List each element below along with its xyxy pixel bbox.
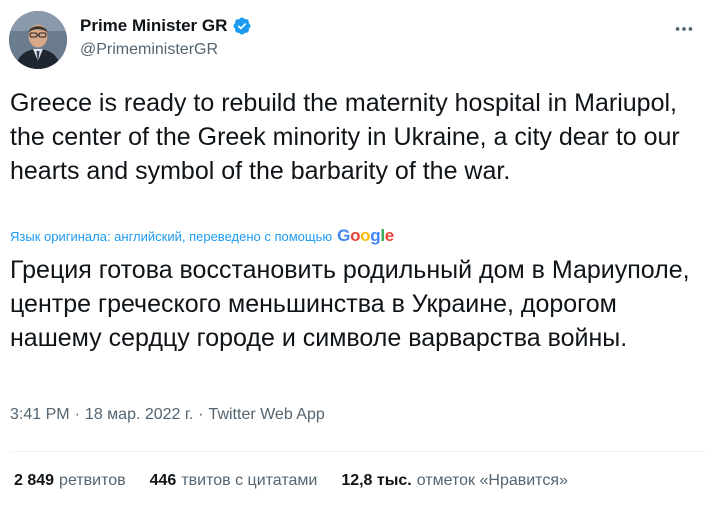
- tweet-meta: 3:41 PM · 18 мар. 2022 г. · Twitter Web …: [10, 406, 325, 424]
- google-letter: o: [350, 226, 361, 245]
- tweet-date[interactable]: 18 мар. 2022 г.: [85, 406, 193, 424]
- likes-label: отметок «Нравится»: [416, 472, 568, 489]
- tweet-text: Greece is ready to rebuild the maternity…: [10, 89, 680, 185]
- google-letter: e: [384, 226, 394, 245]
- more-horizontal-icon: [675, 27, 693, 31]
- author-handle[interactable]: @PrimeministerGR: [80, 41, 252, 59]
- tweet-card: Prime Minister GR @PrimeministerGR Greec…: [0, 0, 715, 510]
- engagement-stats: 2 849 ретвитов 446 твитов с цитатами 12,…: [14, 472, 568, 490]
- more-options-button[interactable]: [669, 14, 699, 44]
- google-letter: G: [337, 226, 351, 245]
- verified-badge-icon: [233, 17, 251, 35]
- author-block: Prime Minister GR @PrimeministerGR: [80, 14, 252, 59]
- google-logo-icon: Google: [337, 226, 394, 246]
- avatar[interactable]: [9, 11, 67, 69]
- retweets-count: 2 849: [14, 472, 55, 489]
- retweets-stat[interactable]: 2 849 ретвитов: [14, 472, 126, 490]
- divider: [10, 451, 705, 452]
- google-letter: g: [370, 226, 381, 245]
- tweet-time[interactable]: 3:41 PM: [10, 406, 70, 424]
- translation-note-label: Язык оригинала: английский, переведено с…: [10, 228, 333, 244]
- quotes-count: 446: [149, 472, 177, 489]
- likes-count: 12,8 тыс.: [341, 472, 412, 489]
- profile-photo-icon: [9, 11, 67, 69]
- likes-stat[interactable]: 12,8 тыс. отметок «Нравится»: [341, 472, 568, 490]
- tweet-source[interactable]: Twitter Web App: [209, 406, 325, 424]
- retweets-label: ретвитов: [59, 472, 126, 489]
- quotes-label: твитов с цитатами: [181, 472, 318, 489]
- google-letter: o: [360, 226, 371, 245]
- translated-tweet-text: Греция готова восстановить родильный дом…: [10, 256, 690, 352]
- meta-separator: ·: [74, 406, 80, 423]
- meta-separator: ·: [198, 406, 204, 423]
- quotes-stat[interactable]: 446 твитов с цитатами: [150, 472, 318, 490]
- name-row: Prime Minister GR: [80, 14, 252, 38]
- author-display-name[interactable]: Prime Minister GR: [80, 16, 227, 36]
- translation-note[interactable]: Язык оригинала: английский, переведено с…: [10, 226, 394, 246]
